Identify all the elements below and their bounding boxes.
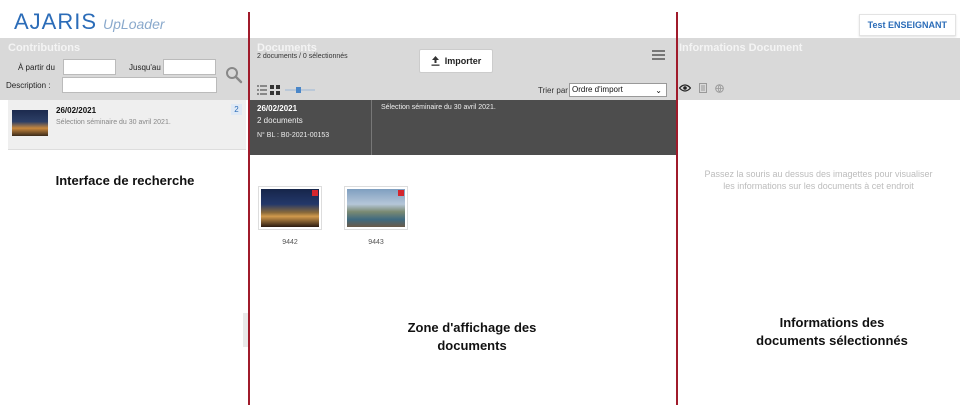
- document-thumbnail[interactable]: [344, 186, 408, 230]
- from-date-label: À partir du: [18, 63, 55, 72]
- annotation-display-line1: Zone d'affichage des: [407, 320, 537, 335]
- separator-line-right: [676, 12, 678, 405]
- info-icons: [679, 83, 724, 93]
- info-hint-line2: les informations sur les documents à cet…: [723, 181, 914, 191]
- search-icon[interactable]: [225, 66, 243, 84]
- import-button-label: Importer: [444, 56, 482, 66]
- list-view-icon[interactable]: [257, 85, 267, 95]
- contributions-title: Contributions: [8, 42, 81, 54]
- contributions-header: Contributions À partir du Jusqu'au Descr…: [0, 38, 249, 100]
- document-thumbnail[interactable]: [258, 186, 322, 230]
- group-bl-number: N° BL : B0-2021-00153: [257, 132, 330, 139]
- top-bar: AJARIS UpLoader Test ENSEIGNANT: [0, 0, 960, 38]
- sort-select[interactable]: Ordre d'import ⌄: [569, 83, 667, 97]
- group-doc-count: 2 documents: [257, 116, 303, 125]
- document-icon[interactable]: [699, 83, 707, 93]
- eye-icon[interactable]: [679, 84, 691, 92]
- contribution-description: Sélection séminaire du 30 avril 2021.: [56, 119, 171, 126]
- selection-flag[interactable]: [398, 190, 404, 196]
- document-number: 9443: [368, 239, 384, 246]
- contribution-count-badge: 2: [231, 104, 242, 115]
- annotation-display-zone: Zone d'affichage des documents: [357, 319, 587, 355]
- selection-status: 2 documents / 0 sélectionnés: [257, 53, 348, 60]
- document-image: [261, 189, 319, 227]
- logo-main-text: AJARIS: [14, 9, 98, 34]
- info-panel: Informations Document Passez la souris a…: [677, 38, 960, 405]
- globe-icon[interactable]: [715, 83, 724, 93]
- group-divider: [371, 100, 372, 155]
- zoom-slider[interactable]: [285, 86, 315, 94]
- sort-label: Trier par: [538, 86, 568, 95]
- info-hint-line1: Passez la souris au dessus des imagettes…: [704, 169, 933, 179]
- logo-sub-text: UpLoader: [103, 16, 165, 32]
- from-date-input[interactable]: [63, 59, 116, 75]
- contribution-thumbnail: [12, 110, 48, 136]
- annotation-info: Informations des documents sélectionnés: [717, 314, 947, 350]
- hamburger-menu-icon[interactable]: [652, 50, 665, 60]
- group-description: Sélection séminaire du 30 avril 2021.: [381, 104, 496, 111]
- chevron-down-icon: ⌄: [655, 86, 662, 95]
- info-title: Informations Document: [679, 42, 803, 54]
- contribution-date: 26/02/2021: [56, 106, 97, 115]
- contribution-item[interactable]: 26/02/2021 Sélection séminaire du 30 avr…: [8, 100, 246, 150]
- user-account-button[interactable]: Test ENSEIGNANT: [858, 14, 956, 36]
- annotation-info-line2: documents sélectionnés: [756, 333, 908, 348]
- group-date: 26/02/2021: [257, 104, 298, 113]
- import-button[interactable]: Importer: [419, 49, 493, 73]
- document-number: 9442: [282, 239, 298, 246]
- annotation-info-line1: Informations des: [779, 315, 885, 330]
- contributions-panel: Contributions À partir du Jusqu'au Descr…: [0, 38, 249, 405]
- document-image: [347, 189, 405, 227]
- documents-toolbar: Trier par Ordre d'import ⌄: [249, 80, 677, 100]
- to-date-label: Jusqu'au: [129, 63, 161, 72]
- separator-line-left: [248, 12, 250, 405]
- document-group-row[interactable]: 26/02/2021 2 documents N° BL : B0-2021-0…: [249, 100, 677, 155]
- info-hint: Passez la souris au dessus des imagettes…: [677, 168, 960, 192]
- app-logo: AJARIS UpLoader: [14, 9, 165, 35]
- to-date-input[interactable]: [163, 59, 216, 75]
- grid-view-icon[interactable]: [270, 85, 280, 95]
- annotation-search: Interface de recherche: [55, 173, 195, 188]
- annotation-display-line2: documents: [437, 338, 507, 353]
- description-input[interactable]: [62, 77, 217, 93]
- documents-panel: Documents 2 documents / 0 sélectionnés I…: [249, 38, 683, 405]
- sort-select-value: Ordre d'import: [572, 85, 623, 94]
- upload-icon: [431, 56, 440, 66]
- description-label: Description :: [6, 81, 51, 90]
- selection-flag[interactable]: [312, 190, 318, 196]
